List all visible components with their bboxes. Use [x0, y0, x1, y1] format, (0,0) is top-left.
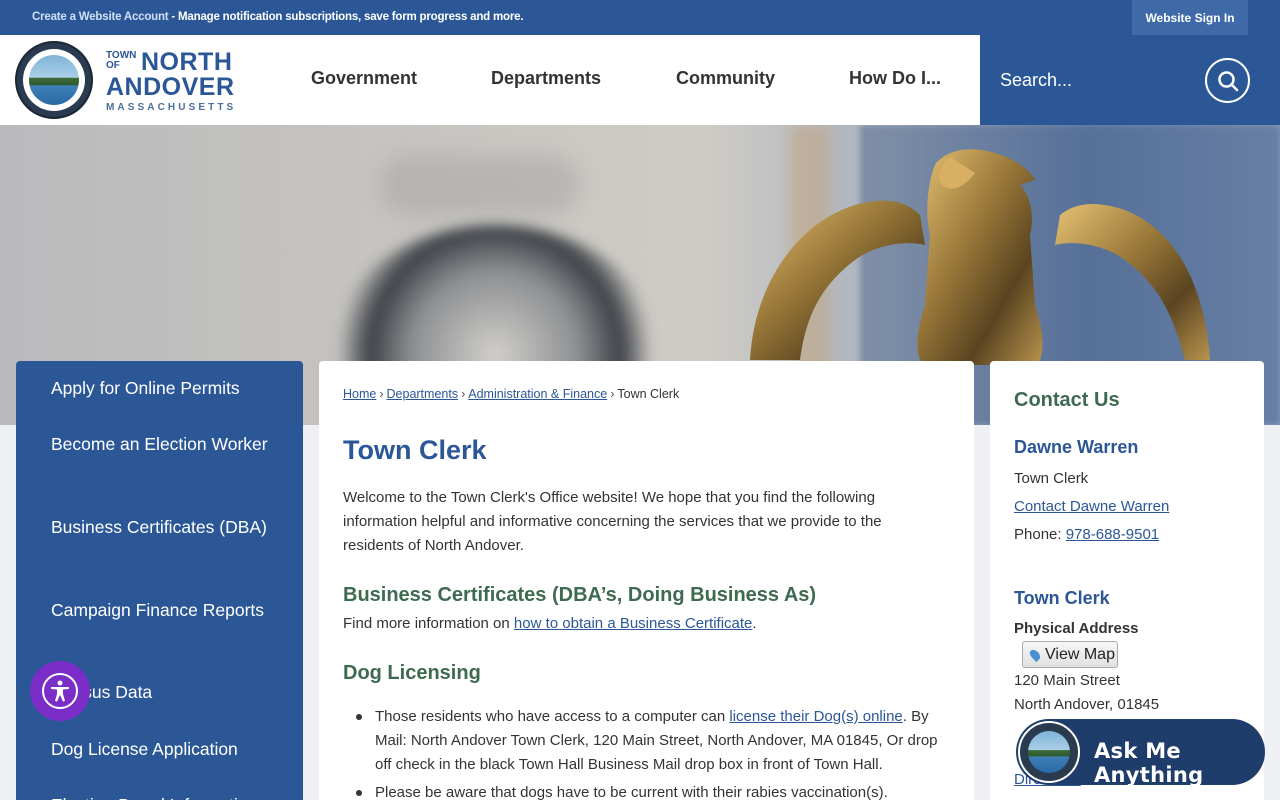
sidebar-quick-links: Apply for Online Permits Become an Elect… — [16, 361, 303, 800]
nav-community[interactable]: Community — [676, 68, 775, 89]
contact-us-heading: Contact Us — [1014, 389, 1120, 411]
search-icon — [1217, 70, 1238, 91]
breadcrumb-admin-finance[interactable]: Administration & Finance — [468, 387, 607, 401]
business-certificate-link[interactable]: how to obtain a Business Certificate — [514, 615, 752, 632]
contact-link-row: Contact Dawne Warren — [1014, 498, 1169, 515]
site-header: TOWN OF NORTH ANDOVER MASSACHUSETTS — [0, 35, 980, 125]
sidebar-item-business-certificates[interactable]: Business Certificates (DBA) — [51, 514, 271, 540]
dog-licensing-heading: Dog Licensing — [343, 662, 481, 684]
view-map-button[interactable]: View Map — [1022, 641, 1118, 668]
ask-me-anything-label: Ask Me Anything — [1094, 739, 1204, 787]
business-certificates-heading: Business Certificates (DBA’s, Doing Busi… — [343, 584, 817, 606]
intro-paragraph: Welcome to the Town Clerk's Office websi… — [343, 489, 882, 554]
chat-seal-icon — [1018, 721, 1080, 783]
logo-state: MASSACHUSETTS — [106, 102, 237, 113]
nav-how-do-i[interactable]: How Do I... — [849, 68, 941, 89]
physical-address-label: Physical Address — [1014, 620, 1139, 637]
business-certificates-paragraph: Find more information on how to obtain a… — [343, 615, 757, 632]
top-notification-bar: Create a Website Account - Manage notifi… — [0, 0, 1280, 35]
sidebar-item-online-permits[interactable]: Apply for Online Permits — [51, 375, 271, 401]
account-notice: Create a Website Account - Manage notifi… — [32, 11, 524, 23]
map-pin-icon — [1027, 647, 1043, 662]
breadcrumb-departments[interactable]: Departments — [387, 387, 459, 401]
ask-me-anything-chat-button[interactable]: Ask Me Anything — [1016, 719, 1265, 787]
accessibility-icon — [51, 680, 69, 702]
contact-person-role: Town Clerk — [1014, 470, 1089, 487]
contact-dawne-warren-link[interactable]: Contact Dawne Warren — [1014, 498, 1169, 515]
logo-town-of: TOWN OF — [106, 50, 137, 71]
sidebar-item-election-board[interactable]: Election Board Information — [51, 792, 271, 800]
accessibility-button[interactable] — [30, 661, 90, 721]
page-title: Town Clerk — [343, 435, 487, 465]
breadcrumb-home[interactable]: Home — [343, 387, 376, 401]
license-dog-online-link[interactable]: license their Dog(s) online — [729, 708, 902, 725]
search-button[interactable] — [1205, 58, 1250, 103]
account-notice-text: - Manage notification subscriptions, sav… — [168, 11, 524, 23]
sidebar-item-dog-license[interactable]: Dog License Application — [51, 736, 271, 762]
main-content: Home › Departments › Administration & Financ… — [319, 361, 974, 800]
office-name: Town Clerk — [1014, 588, 1110, 608]
logo-andover: ANDOVER — [106, 73, 235, 101]
list-item: Please be aware that dogs have to be cur… — [356, 781, 945, 800]
sidebar-item-campaign-finance[interactable]: Campaign Finance Reports — [51, 597, 271, 623]
address-city: North Andover, 01845 — [1014, 696, 1160, 713]
search-input[interactable]: Search... — [1000, 70, 1072, 91]
create-account-link[interactable]: Create a Website Account — [32, 11, 169, 23]
town-seal-logo[interactable] — [15, 41, 93, 119]
breadcrumb-current: Town Clerk — [617, 387, 680, 401]
nav-departments[interactable]: Departments — [491, 68, 601, 89]
sidebar-item-election-worker[interactable]: Become an Election Worker — [51, 431, 271, 457]
contact-phone: Phone: 978-688-9501 — [1014, 526, 1160, 543]
contact-person-name: Dawne Warren — [1014, 437, 1139, 457]
list-item: Those residents who have access to a com… — [356, 705, 945, 777]
breadcrumb: Home › Departments › Administration & Financ… — [343, 387, 680, 401]
nav-government[interactable]: Government — [311, 68, 417, 89]
dog-licensing-list: Those residents who have access to a com… — [356, 705, 945, 800]
search-bar: Search... — [980, 35, 1280, 125]
phone-link[interactable]: 978-688-9501 — [1066, 526, 1159, 543]
website-sign-in-button[interactable]: Website Sign In — [1132, 0, 1248, 35]
address-street: 120 Main Street — [1014, 672, 1120, 689]
